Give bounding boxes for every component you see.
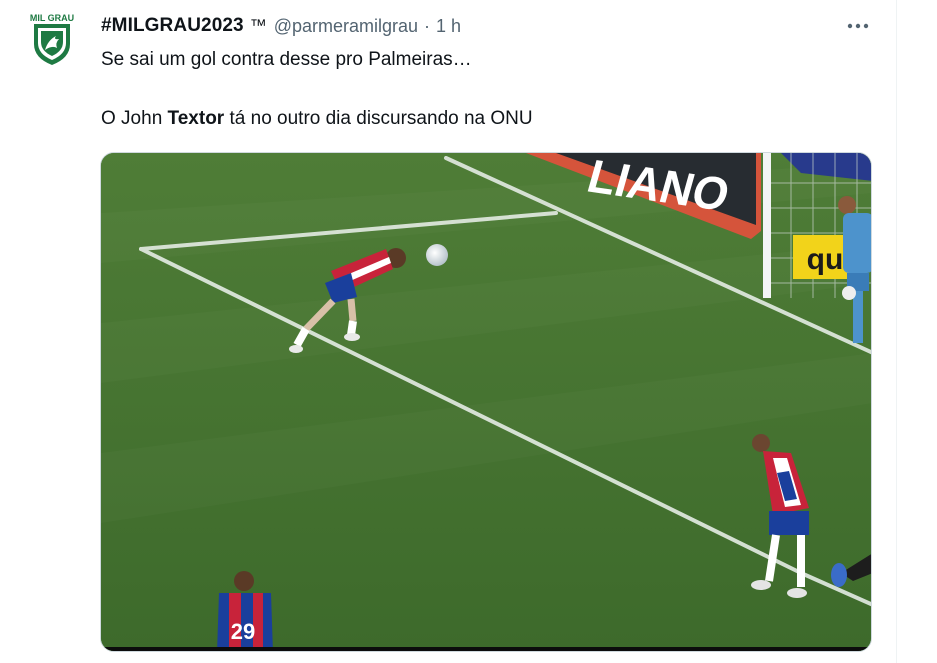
soccer-video-frame: LIANO qu 29: [101, 153, 871, 651]
timestamp[interactable]: 1 h: [436, 16, 461, 37]
user-handle[interactable]: @parmeramilgrau: [274, 16, 418, 37]
tweet-media[interactable]: LIANO qu 29: [100, 152, 872, 652]
more-horizontal-icon: [847, 23, 869, 29]
avatar-label: MIL GRAU: [30, 13, 74, 23]
trademark-symbol: ™: [249, 16, 267, 35]
tweet-text-line-1: Se sai um gol contra desse pro Palmeiras…: [101, 49, 472, 70]
highlighted-name: Textor: [167, 108, 225, 129]
milgrau-shield-logo-icon: MIL GRAU: [30, 13, 74, 65]
sponsor-text: qu: [807, 243, 844, 276]
separator-dot: ·: [424, 15, 431, 36]
text-prefix: O John: [101, 108, 168, 129]
jersey-number: 29: [231, 619, 255, 644]
more-options-button[interactable]: [844, 12, 872, 40]
soccer-ball: [426, 244, 448, 266]
tweet-text-line-2: O John Textor tá no outro dia discursand…: [101, 108, 533, 130]
text-suffix: tá no outro dia discursando na ONU: [224, 108, 533, 129]
tweet-header: #MILGRAU2023 ™ @parmeramilgrau · 1 h: [101, 14, 461, 38]
avatar[interactable]: MIL GRAU: [26, 10, 78, 66]
column-divider: [896, 0, 897, 663]
display-name[interactable]: #MILGRAU2023: [101, 15, 244, 37]
